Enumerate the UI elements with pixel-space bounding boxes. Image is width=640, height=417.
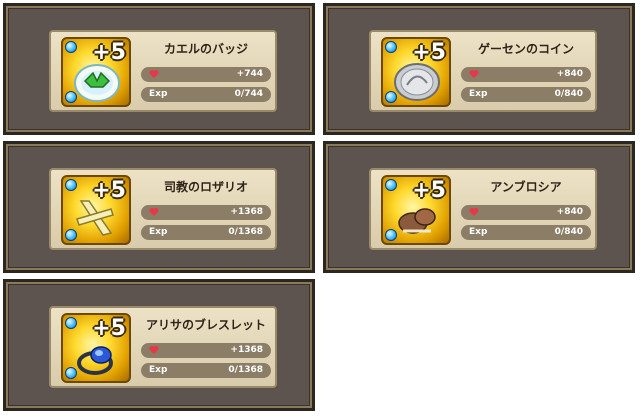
item-icon-frame: +5 [61, 37, 131, 107]
heart-icon [149, 70, 159, 78]
exp-bar: Exp 0/744 [141, 87, 271, 102]
exp-value: 0/840 [554, 227, 583, 237]
hp-value: +1368 [230, 345, 263, 355]
item-panel[interactable]: +5 ゲーセンのコイン +840 Exp 0/840 [323, 3, 635, 135]
item-name: ゲーセンのコイン [477, 42, 574, 56]
item-name: アンブロシア [490, 180, 562, 194]
item-card[interactable]: +5 司教のロザリオ +1368 Exp 0/1368 [49, 168, 277, 250]
hp-bar: +1368 [141, 343, 271, 358]
exp-value: 0/1368 [228, 227, 263, 237]
gem-icon [65, 367, 77, 379]
exp-value: 0/1368 [228, 365, 263, 375]
item-card[interactable]: +5 カエルのバッジ +744 Exp 0/744 [49, 30, 277, 112]
plus-level: +5 [92, 178, 126, 203]
hp-value: +1368 [230, 207, 263, 217]
item-icon-frame: +5 [381, 37, 451, 107]
exp-label: Exp [149, 227, 168, 237]
item-icon-frame: +5 [61, 175, 131, 245]
exp-value: 0/744 [234, 89, 263, 99]
item-card[interactable]: +5 アリサのブレスレット +1368 Exp 0/1368 [49, 306, 277, 388]
hp-bar: +1368 [141, 205, 271, 220]
item-name: アリサのブレスレット [145, 318, 266, 332]
exp-bar: Exp 0/1368 [141, 363, 271, 378]
exp-label: Exp [149, 89, 168, 99]
exp-bar: Exp 0/840 [461, 225, 591, 240]
exp-bar: Exp 0/840 [461, 87, 591, 102]
gem-icon [65, 317, 77, 329]
gem-icon [385, 179, 397, 191]
item-panel[interactable]: +5 アリサのブレスレット +1368 Exp 0/1368 [3, 279, 315, 411]
gem-icon [65, 41, 77, 53]
heart-icon [469, 70, 479, 78]
hp-bar: +840 [461, 205, 591, 220]
gem-icon [65, 229, 77, 241]
gem-icon [65, 179, 77, 191]
exp-bar: Exp 0/1368 [141, 225, 271, 240]
plus-level: +5 [412, 178, 446, 203]
plus-level: +5 [412, 40, 446, 65]
exp-label: Exp [149, 365, 168, 375]
hp-value: +744 [236, 69, 263, 79]
hp-bar: +744 [141, 67, 271, 82]
item-card[interactable]: +5 ゲーセンのコイン +840 Exp 0/840 [369, 30, 597, 112]
item-card[interactable]: +5 アンブロシア +840 Exp 0/840 [369, 168, 597, 250]
item-name: カエルのバッジ [163, 42, 248, 56]
item-name: 司教のロザリオ [163, 180, 248, 194]
gem-icon [385, 41, 397, 53]
item-panel[interactable]: +5 アンブロシア +840 Exp 0/840 [323, 141, 635, 273]
item-panel[interactable]: +5 カエルのバッジ +744 Exp 0/744 [3, 3, 315, 135]
gem-icon [385, 229, 397, 241]
item-icon-frame: +5 [381, 175, 451, 245]
heart-icon [469, 208, 479, 216]
gem-icon [385, 91, 397, 103]
plus-level: +5 [92, 316, 126, 341]
item-icon-frame: +5 [61, 313, 131, 383]
item-panel[interactable]: +5 司教のロザリオ +1368 Exp 0/1368 [3, 141, 315, 273]
heart-icon [149, 346, 159, 354]
plus-level: +5 [92, 40, 126, 65]
exp-label: Exp [469, 89, 488, 99]
hp-bar: +840 [461, 67, 591, 82]
gem-icon [65, 91, 77, 103]
exp-label: Exp [469, 227, 488, 237]
exp-value: 0/840 [554, 89, 583, 99]
hp-value: +840 [556, 69, 583, 79]
hp-value: +840 [556, 207, 583, 217]
heart-icon [149, 208, 159, 216]
